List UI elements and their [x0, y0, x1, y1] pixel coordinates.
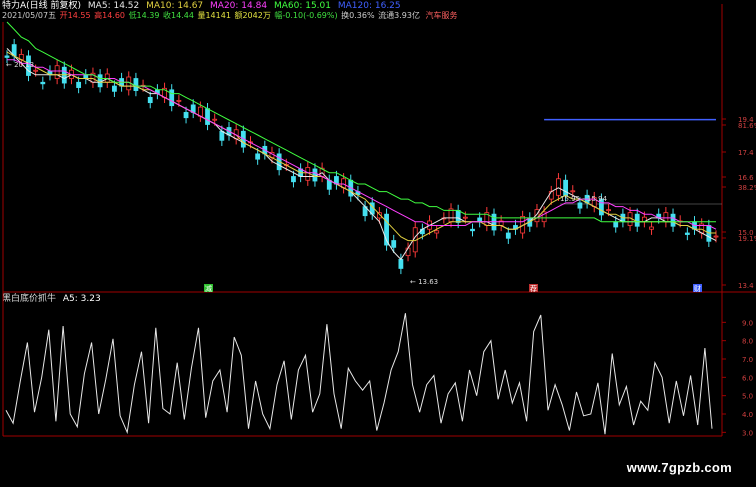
candle-body: [577, 202, 583, 209]
candle-body: [183, 112, 189, 119]
candle-body: [434, 230, 440, 234]
candle-body: [341, 178, 346, 189]
candle-body: [477, 217, 483, 223]
candle-body: [176, 99, 182, 102]
price-axis-label: 81.6%: [738, 122, 756, 130]
ind-axis-label: 8.0: [742, 338, 753, 346]
price-axis-label: 19.1%: [738, 235, 756, 243]
chart-canvas[interactable]: 19.481.6%17.416.638.2%15.019.1%13.4← 20.…: [0, 0, 756, 487]
candle-body: [684, 232, 690, 235]
candle-body: [83, 74, 89, 79]
candle-body: [405, 247, 411, 257]
candle-body: [606, 209, 611, 212]
candle-body: [219, 130, 225, 141]
candle-body: [54, 65, 60, 79]
candle-body: [563, 179, 569, 197]
annotation-range: 15.95 - 15.94: [560, 195, 608, 203]
marker-label: 财: [694, 284, 701, 293]
candle-body: [76, 81, 82, 88]
ma20-line: [7, 59, 717, 230]
ma10-line: [6, 51, 716, 242]
candle-body: [391, 240, 397, 248]
candle-body: [613, 221, 619, 228]
candle-body: [398, 258, 404, 269]
candle-body: [4, 55, 10, 58]
watermark: www.7gpzb.com: [626, 460, 732, 475]
ind-axis-label: 9.0: [742, 319, 753, 327]
candle-body: [212, 118, 218, 121]
annotation-high: ← 20.13: [6, 61, 34, 69]
candle-body: [462, 216, 468, 219]
ind-axis-label: 4.0: [742, 411, 753, 419]
ind-axis-label: 3.0: [742, 429, 753, 437]
candle-body: [312, 168, 318, 182]
marker-label: 减: [205, 284, 212, 293]
candle-body: [197, 106, 203, 117]
marker-label: 荐: [530, 284, 537, 293]
candle-body: [133, 78, 139, 91]
ind-axis-label: 5.0: [742, 393, 753, 401]
candle-body: [455, 210, 461, 223]
ind-axis-label: 7.0: [742, 356, 753, 364]
candle-body: [670, 213, 676, 227]
ma60-line: [6, 21, 716, 223]
candle-body: [663, 212, 669, 223]
candle-body: [556, 178, 561, 196]
price-axis-label: 13.4: [738, 282, 754, 290]
price-axis-label: 17.4: [738, 149, 754, 157]
candle-body: [169, 89, 175, 107]
candle-body: [326, 179, 332, 190]
indicator-line: [5, 313, 713, 435]
candle-body: [291, 176, 296, 183]
candle-body: [634, 213, 640, 227]
ma5-line: [6, 48, 717, 261]
candle-body: [570, 190, 576, 193]
candle-body: [713, 235, 719, 238]
candle-body: [112, 85, 117, 92]
candle-body: [147, 96, 153, 104]
candle-body: [548, 191, 554, 200]
candle-body: [255, 153, 261, 160]
candle-body: [40, 81, 46, 85]
price-axis-label: 38.2%: [738, 184, 756, 192]
candle-body: [505, 232, 511, 239]
candle-body: [649, 226, 654, 230]
candle-body: [470, 228, 475, 232]
annotation-low: ← 13.63: [410, 278, 438, 286]
price-axis-label: 16.6: [738, 174, 754, 182]
candle-body: [33, 69, 39, 72]
ind-axis-label: 6.0: [742, 374, 753, 382]
candle-body: [97, 74, 103, 88]
candle-body: [205, 108, 210, 125]
